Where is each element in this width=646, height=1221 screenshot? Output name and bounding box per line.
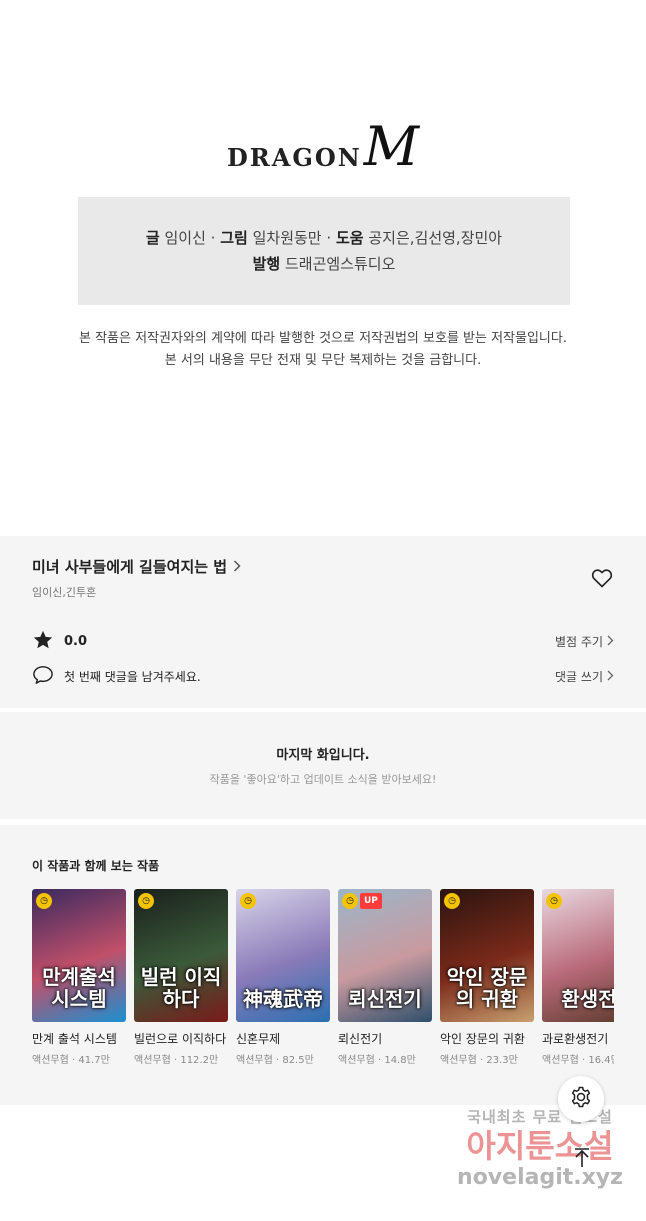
write-comment-button[interactable]: 댓글 쓰기 (555, 668, 614, 685)
work-title-link[interactable]: 미녀 사부들에게 길들여지는 법 (32, 556, 241, 577)
credit-value-assist: 공지은,김선영,장민아 (368, 229, 503, 247)
last-episode-panel: 마지막 화입니다. 작품을 '좋아요'하고 업데이트 소식을 받아보세요! (0, 712, 646, 819)
chevron-right-icon (607, 635, 614, 649)
recommendation-card[interactable]: ◷ 神魂武帝 신혼무제 액션무협 · 82.5만 (236, 889, 330, 1066)
cover-title-art: 만계출석 시스템 (42, 965, 116, 1011)
card-title: 신혼무제 (236, 1032, 281, 1046)
recommendations-heading: 이 작품과 함께 보는 작품 (32, 859, 160, 873)
up-badge: UP (360, 893, 382, 909)
credit-label-assist: 도움 (335, 229, 364, 247)
settings-button[interactable] (558, 1076, 604, 1122)
work-info-panel: 미녀 사부들에게 길들여지는 법 임이신,긴투혼 0.0 별점 주기 첫 번째 … (0, 536, 646, 708)
rate-button[interactable]: 별점 주기 (555, 633, 614, 650)
cover-title-art: 빌런 이직하다 (140, 965, 222, 1011)
site-watermark: 국내최초 무료 웹소설 아지툰소설 novelagit.xyz (440, 1106, 640, 1206)
recommendation-card[interactable]: ◷ 만계출석 시스템 만계 출석 시스템 액션무협 · 41.7만 (32, 889, 126, 1066)
cover-thumbnail: ◷ 악인 장문의 귀환 (440, 889, 534, 1022)
watermark-line-1: 국내최초 무료 웹소설 (467, 1108, 613, 1126)
clock-icon: ◷ (240, 893, 256, 909)
publisher-logo: DRAGON M (0, 112, 646, 178)
recommendations-panel: 이 작품과 함께 보는 작품 ◷ 만계출석 시스템 만계 출석 시스템 액션무협… (0, 825, 646, 1105)
last-episode-title: 마지막 화입니다. (276, 748, 370, 763)
scroll-top-button[interactable] (568, 1146, 596, 1174)
cover-title-art: 악인 장문의 귀환 (446, 965, 528, 1011)
gear-icon (569, 1085, 593, 1113)
credit-value-publisher: 드래곤엠스튜디오 (284, 255, 396, 273)
clock-icon: ◷ (36, 893, 52, 909)
comment-icon (32, 665, 54, 688)
rate-button-label: 별점 주기 (555, 635, 603, 649)
cover-thumbnail: ◷ 환생전 (542, 889, 614, 1022)
heart-icon[interactable] (590, 566, 614, 590)
recommendation-card[interactable]: ◷ 악인 장문의 귀환 악인 장문의 귀환 액션무협 · 23.3만 (440, 889, 534, 1066)
card-title: 만계 출석 시스템 (32, 1032, 117, 1046)
chevron-right-icon (233, 558, 241, 576)
card-meta: 액션무협 · 112.2만 (134, 1055, 219, 1066)
card-meta: 액션무협 · 16.4만 (542, 1055, 614, 1066)
comment-row: 첫 번째 댓글을 남겨주세요. 댓글 쓰기 (32, 665, 614, 688)
credit-separator: · (326, 229, 332, 247)
credit-label-writer: 글 (145, 229, 160, 247)
cover-thumbnail: ◷ UP 뢰신전기 (338, 889, 432, 1022)
logo-mark: M (363, 115, 419, 178)
last-episode-subtitle: 작품을 '좋아요'하고 업데이트 소식을 받아보세요! (209, 773, 437, 786)
work-title: 미녀 사부들에게 길들여지는 법 (32, 558, 228, 576)
rating-value: 0.0 (64, 634, 88, 649)
work-authors: 임이신,긴투혼 (32, 586, 97, 599)
card-title: 뢰신전기 (338, 1032, 383, 1046)
credit-value-writer: 임이신 (164, 229, 206, 247)
arrow-up-icon (573, 1148, 591, 1172)
chevron-right-icon (607, 670, 614, 684)
credits-line-1: 글 임이신 · 그림 일차원동만 · 도움 공지은,김선영,장민아 (146, 225, 502, 251)
logo-text: DRAGON (226, 143, 362, 172)
copyright-line-2: 본 서의 내용을 무단 전재 및 무단 복제하는 것을 금합니다. (164, 353, 482, 368)
credits-line-2: 발행 드래곤엠스튜디오 (253, 251, 396, 277)
write-comment-label: 댓글 쓰기 (555, 670, 603, 684)
watermark-line-2: 아지툰소설 (466, 1127, 614, 1165)
card-meta: 액션무협 · 41.7만 (32, 1055, 110, 1066)
cover-title-art: 뢰신전기 (348, 987, 422, 1011)
star-icon (32, 629, 54, 654)
card-title: 과로환생전기 (542, 1032, 609, 1046)
cover-thumbnail: ◷ 만계출석 시스템 (32, 889, 126, 1022)
card-meta: 액션무협 · 82.5만 (236, 1055, 314, 1066)
rating-row: 0.0 별점 주기 (32, 629, 614, 654)
card-title: 악인 장문의 귀환 (440, 1032, 525, 1046)
copyright-notice: 본 작품은 저작권자와의 계약에 따라 발행한 것으로 저작권법의 보호를 받는… (0, 328, 646, 372)
credit-separator: · (210, 229, 216, 247)
recommendations-carousel: ◷ 만계출석 시스템 만계 출석 시스템 액션무협 · 41.7만 ◷ 빌런 이… (32, 889, 614, 1089)
card-title: 빌런으로 이직하다 (134, 1032, 227, 1046)
cover-thumbnail: ◷ 빌런 이직하다 (134, 889, 228, 1022)
credit-label-artist: 그림 (220, 229, 248, 247)
cover-title-art: 神魂武帝 (243, 987, 323, 1011)
clock-icon: ◷ (546, 893, 562, 909)
copyright-line-1: 본 작품은 저작권자와의 계약에 따라 발행한 것으로 저작권법의 보호를 받는… (79, 331, 567, 346)
clock-icon: ◷ (138, 893, 154, 909)
clock-icon: ◷ (342, 893, 358, 909)
recommendation-card[interactable]: ◷ 빌런 이직하다 빌런으로 이직하다 액션무협 · 112.2만 (134, 889, 228, 1066)
card-meta: 액션무협 · 14.8만 (338, 1055, 416, 1066)
clock-icon: ◷ (444, 893, 460, 909)
credit-value-artist: 일차원동만 (252, 229, 322, 247)
card-meta: 액션무협 · 23.3만 (440, 1055, 518, 1066)
credit-label-publisher: 발행 (252, 255, 281, 273)
credits-box: 글 임이신 · 그림 일차원동만 · 도움 공지은,김선영,장민아 발행 드래곤… (78, 197, 570, 305)
cover-title-art: 환생전 (561, 987, 614, 1011)
cover-thumbnail: ◷ 神魂武帝 (236, 889, 330, 1022)
recommendation-card[interactable]: ◷ 환생전 과로환생전기 액션무협 · 16.4만 (542, 889, 614, 1066)
comment-prompt[interactable]: 첫 번째 댓글을 남겨주세요. (64, 668, 201, 685)
recommendation-card[interactable]: ◷ UP 뢰신전기 뢰신전기 액션무협 · 14.8만 (338, 889, 432, 1066)
watermark-line-3: novelagit.xyz (457, 1165, 623, 1190)
